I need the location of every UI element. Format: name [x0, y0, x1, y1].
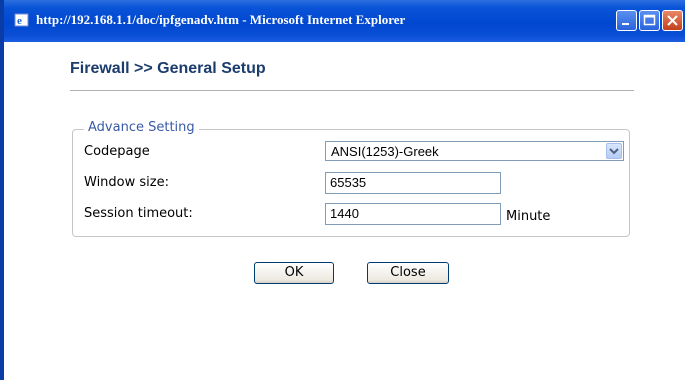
session-timeout-label: Session timeout:	[84, 206, 193, 221]
close-icon[interactable]	[662, 10, 683, 31]
ie-icon: e	[14, 12, 30, 28]
advance-setting-legend: Advance Setting	[84, 120, 199, 135]
page-title: Firewall >> General Setup	[70, 60, 266, 77]
title-bar[interactable]: e http://192.168.1.1/doc/ipfgenadv.htm -…	[0, 0, 685, 42]
session-timeout-input[interactable]: 1440	[325, 203, 501, 225]
minimize-icon[interactable]	[616, 10, 637, 31]
close-button[interactable]: Close	[367, 262, 449, 284]
title-divider	[70, 90, 634, 91]
codepage-value: ANSI(1253)-Greek	[331, 144, 439, 159]
ok-button[interactable]: OK	[254, 262, 334, 284]
page-content: Firewall >> General Setup Advance Settin…	[4, 42, 685, 380]
codepage-label: Codepage	[84, 144, 150, 159]
window-size-input[interactable]: 65535	[325, 172, 501, 194]
svg-text:e: e	[17, 15, 22, 27]
codepage-select[interactable]: ANSI(1253)-Greek	[325, 141, 624, 161]
window-title: http://192.168.1.1/doc/ipfgenadv.htm - M…	[36, 12, 406, 27]
maximize-icon[interactable]	[639, 10, 660, 31]
window-size-label: Window size:	[84, 175, 169, 190]
session-timeout-unit: Minute	[506, 209, 551, 224]
ie-window: e http://192.168.1.1/doc/ipfgenadv.htm -…	[0, 0, 685, 380]
chevron-down-icon[interactable]	[606, 143, 622, 159]
